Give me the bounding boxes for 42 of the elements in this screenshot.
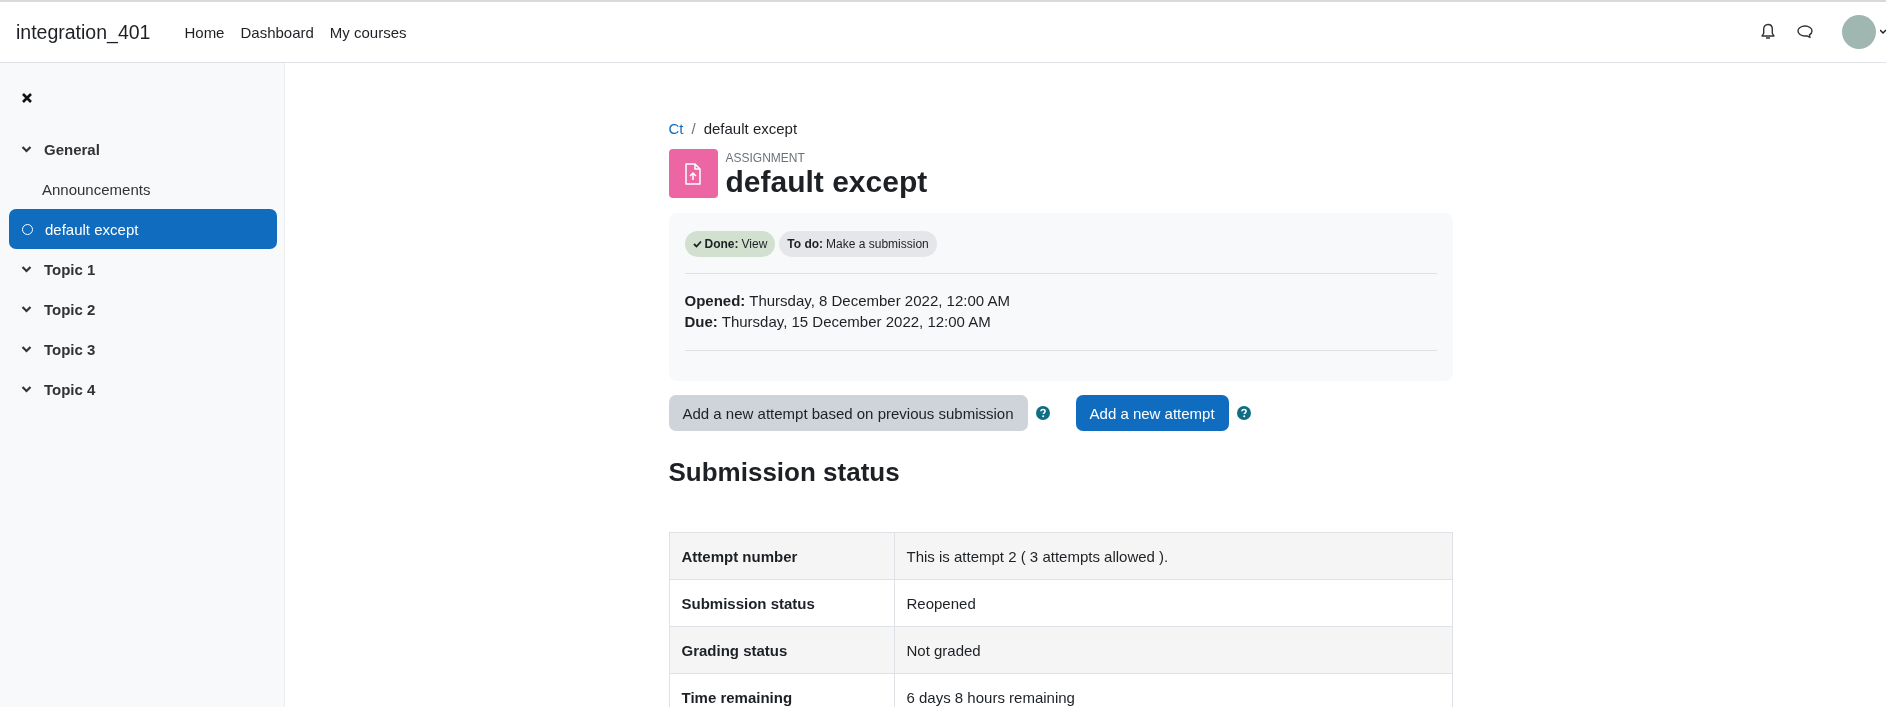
caret-icon[interactable] (1880, 28, 1886, 36)
course-index-item[interactable]: Announcements (9, 169, 277, 209)
row-label: Attempt number (669, 532, 894, 580)
breadcrumb-separator: / (691, 120, 696, 137)
row-value: Not graded (894, 626, 1452, 674)
course-index-item[interactable]: default except (9, 209, 277, 249)
section-link[interactable]: Topic 3 (44, 340, 96, 358)
nav-link[interactable]: Home (184, 23, 225, 41)
site-name[interactable]: integration_401 (16, 20, 151, 44)
page-title: default except (725, 165, 928, 199)
help-icon[interactable] (1236, 406, 1251, 420)
notification-bell-icon[interactable] (1760, 23, 1776, 41)
breadcrumb-current: default except (703, 120, 798, 137)
section-link[interactable]: Topic 1 (44, 260, 96, 278)
nav-link[interactable]: Dashboard (240, 23, 314, 41)
action-button[interactable]: Add a new attempt based on previous submission (668, 395, 1028, 431)
chevron-down-icon[interactable] (21, 385, 32, 393)
row-label: Submission status (669, 579, 894, 627)
assignment-icon (668, 149, 718, 198)
row-value: Reopened (894, 579, 1452, 627)
action-button[interactable]: Add a new attempt (1075, 395, 1229, 431)
completion-done-badge: Done: View (684, 231, 776, 257)
help-icon[interactable] (1035, 406, 1050, 420)
date-line: Due: Thursday, 15 December 2022, 12:00 AM (684, 312, 992, 332)
completion-todo-badge: To do: Make a submission (779, 231, 937, 257)
chevron-down-icon[interactable] (21, 145, 32, 153)
chevron-down-icon[interactable] (21, 345, 32, 353)
chevron-down-icon[interactable] (21, 265, 32, 273)
section-link[interactable]: Topic 2 (44, 300, 96, 318)
chat-bubble-icon[interactable] (1796, 24, 1814, 40)
section-heading: Submission status (668, 457, 901, 488)
close-icon[interactable] (21, 92, 33, 104)
row-label: Time remaining (669, 673, 894, 707)
breadcrumb-link[interactable]: Ct (668, 120, 684, 137)
nav-link[interactable]: My courses (329, 23, 407, 41)
row-value: This is attempt 2 ( 3 attempts allowed ). (894, 532, 1452, 580)
row-label: Grading status (669, 626, 894, 674)
activity-type-label: ASSIGNMENT (725, 151, 806, 165)
date-line: Opened: Thursday, 8 December 2022, 12:00 AM (684, 291, 1011, 311)
section-link[interactable]: General (44, 140, 100, 158)
section-link[interactable]: Topic 4 (44, 380, 96, 398)
chevron-down-icon[interactable] (21, 305, 32, 313)
